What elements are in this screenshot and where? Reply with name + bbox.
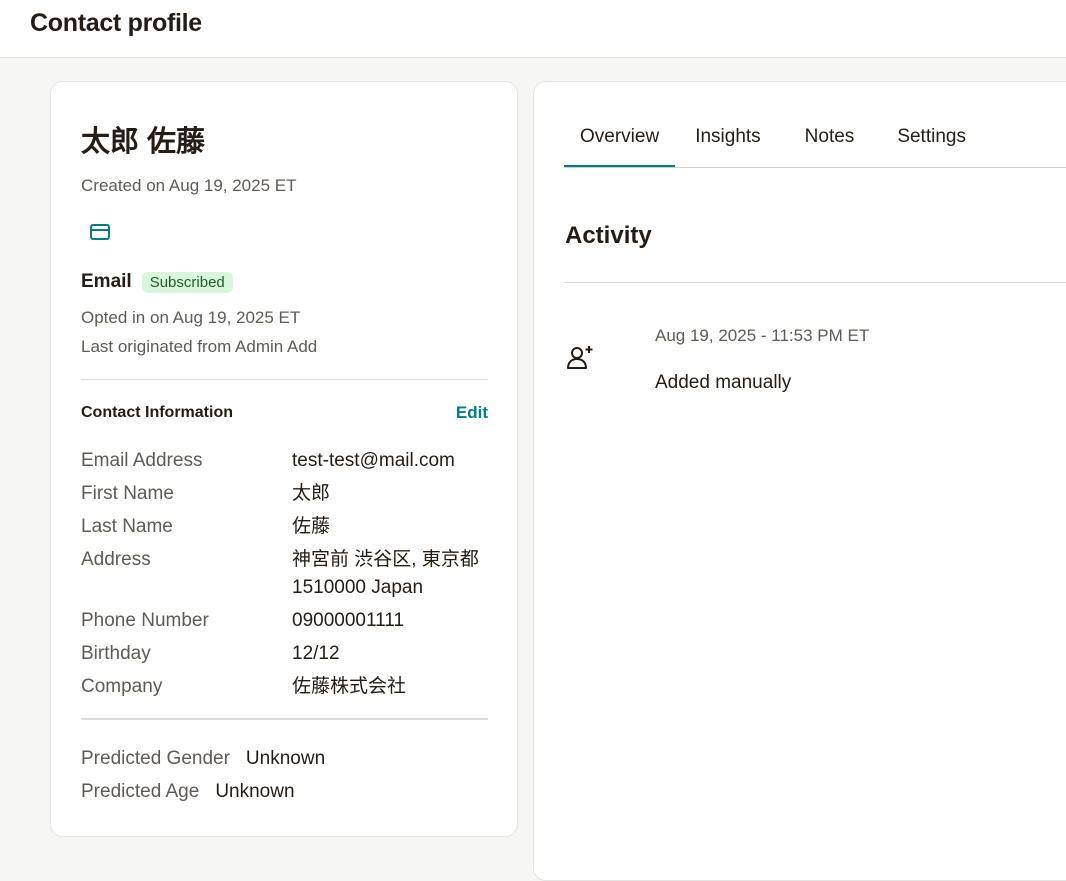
predicted-gender-label: Predicted Gender [81, 748, 230, 769]
field-label: Birthday [81, 643, 151, 664]
field-value: test-test@mail.com [292, 450, 455, 471]
contact-fields: Email Address test-test@mail.com First N… [81, 447, 491, 706]
predicted-age-row: Predicted Age Unknown [81, 781, 295, 803]
origin-source: Last originated from Admin Add [81, 337, 318, 356]
field-row: Address 神宮前 渋谷区, 東京都 1510000 Japan [81, 546, 491, 602]
predicted-gender-row: Predicted Gender Unknown [81, 748, 325, 770]
field-label: Email Address [81, 450, 203, 471]
contact-summary-card: 太郎 佐藤 Created on Aug 19, 2025 ET Email S… [50, 81, 518, 837]
field-row: Company 佐藤株式会社 [81, 673, 491, 701]
field-value: 09000001111 [292, 610, 405, 631]
page-title: Contact profile [30, 9, 202, 37]
field-label: Last Name [81, 516, 173, 537]
edit-contact-link[interactable]: Edit [456, 403, 488, 423]
contact-name: 太郎 佐藤 [81, 126, 206, 158]
field-row: Birthday 12/12 [81, 640, 491, 668]
field-row: Last Name 佐藤 [81, 513, 491, 541]
activity-description: Added manually [655, 372, 792, 393]
predicted-age-label: Predicted Age [81, 781, 200, 802]
field-value: 佐藤株式会社 [292, 676, 407, 697]
email-label: Email [81, 271, 132, 292]
user-add-icon [567, 346, 593, 369]
created-date: Created on Aug 19, 2025 ET [81, 176, 297, 195]
divider [564, 282, 1066, 283]
field-label: Company [81, 676, 163, 697]
activity-card: Overview Insights Notes Settings Activit… [533, 81, 1066, 881]
page-header: Contact profile [0, 0, 1066, 58]
predicted-age-value: Unknown [215, 781, 295, 802]
field-label: Phone Number [81, 610, 209, 631]
field-value: 太郎 [292, 483, 331, 504]
field-label: First Name [81, 483, 174, 504]
divider [81, 718, 488, 720]
tab-settings[interactable]: Settings [881, 118, 982, 167]
mail-icon [90, 224, 110, 240]
divider [81, 379, 488, 380]
tab-bar: Overview Insights Notes Settings [564, 118, 1066, 168]
field-value: 12/12 [292, 643, 340, 664]
tab-insights[interactable]: Insights [679, 118, 776, 167]
tab-overview[interactable]: Overview [564, 118, 676, 167]
field-row: Email Address test-test@mail.com [81, 447, 491, 475]
field-label: Address [81, 549, 151, 570]
opted-in-date: Opted in on Aug 19, 2025 ET [81, 308, 301, 327]
tab-notes[interactable]: Notes [789, 118, 871, 167]
status-badge: Subscribed [141, 271, 233, 293]
predicted-gender-value: Unknown [245, 748, 326, 769]
activity-timestamp: Aug 19, 2025 - 11:53 PM ET [655, 326, 870, 345]
field-value: 佐藤 [292, 516, 331, 537]
contact-info-title: Contact Information [81, 404, 233, 421]
field-value: 神宮前 渋谷区, 東京都 1510000 Japan [292, 549, 479, 598]
field-row: Phone Number 09000001111 [81, 607, 491, 635]
field-row: First Name 太郎 [81, 480, 491, 508]
email-status-row: Email Subscribed [81, 268, 233, 296]
activity-title: Activity [565, 222, 652, 249]
